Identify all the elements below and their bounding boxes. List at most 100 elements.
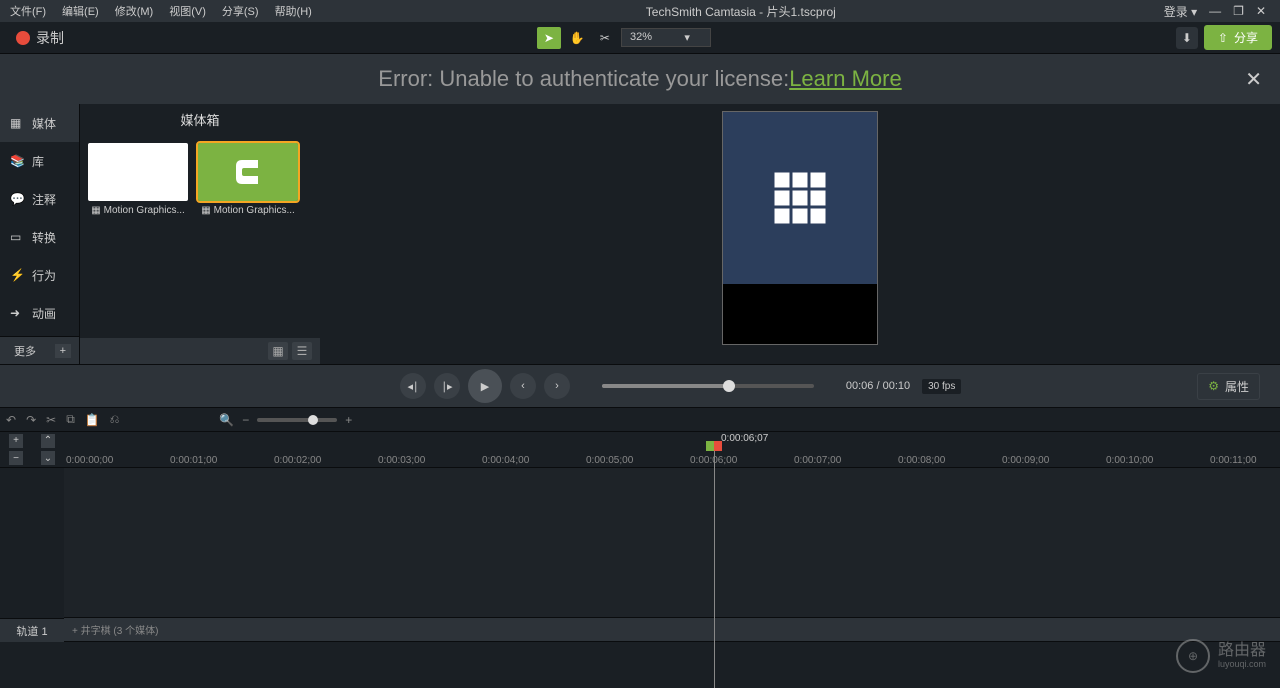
minimize-button[interactable]: — bbox=[1209, 4, 1221, 18]
media-label: ▦Motion Graphics... bbox=[198, 205, 298, 216]
animation-icon: ➜ bbox=[10, 306, 24, 320]
hand-tool[interactable]: ✋ bbox=[565, 27, 589, 49]
playback-time: 00:06 / 00:10 bbox=[846, 380, 910, 392]
watermark: ⊕ 路由器 luyouqi.com bbox=[1176, 639, 1266, 673]
sidebar-item-animations[interactable]: ➜动画 bbox=[0, 294, 79, 332]
media-item[interactable]: ▦Motion Graphics... bbox=[198, 143, 298, 216]
record-label: 录制 bbox=[36, 28, 64, 48]
sidebar-item-media[interactable]: ▦媒体 bbox=[0, 104, 79, 142]
menu-file[interactable]: 文件(F) bbox=[4, 1, 52, 21]
media-thumb bbox=[198, 143, 298, 201]
redo-button[interactable]: ↷ bbox=[26, 413, 36, 427]
tick-label: 0:00:05;00 bbox=[586, 455, 633, 466]
tick-label: 0:00:10;00 bbox=[1106, 455, 1153, 466]
media-bin-title: 媒体箱 bbox=[80, 104, 320, 135]
tick-label: 0:00:02;00 bbox=[274, 455, 321, 466]
menu-help[interactable]: 帮助(H) bbox=[269, 1, 318, 21]
watermark-url: luyouqi.com bbox=[1218, 660, 1266, 670]
fps-badge: 30 fps bbox=[922, 379, 961, 394]
step-forward-button[interactable]: › bbox=[544, 373, 570, 399]
preview-canvas[interactable] bbox=[723, 112, 877, 344]
download-button[interactable]: ⬇ bbox=[1176, 27, 1198, 49]
playhead-line[interactable] bbox=[714, 444, 715, 688]
timeline-toolbar: ↶ ↷ ✂ ⧉ 📋 ⎌ 🔍 − + bbox=[0, 408, 1280, 432]
tick-label: 0:00:00;00 bbox=[66, 455, 113, 466]
zoom-select[interactable]: 32%▾ bbox=[621, 28, 711, 47]
record-icon bbox=[16, 31, 30, 45]
tick-label: 0:00:09;00 bbox=[1002, 455, 1049, 466]
sidebar-item-annotations[interactable]: 💬注释 bbox=[0, 180, 79, 218]
window-title: TechSmith Camtasia - 片头1.tscproj bbox=[318, 3, 1164, 20]
library-icon: 📚 bbox=[10, 154, 24, 168]
prev-frame-button[interactable]: ◂∣ bbox=[400, 373, 426, 399]
track-area[interactable]: + 井字棋 (3 个媒体) bbox=[64, 468, 1280, 668]
sidebar-more[interactable]: 更多+ bbox=[0, 336, 79, 364]
track-collapse-button[interactable]: ⌄ bbox=[41, 451, 55, 465]
maximize-button[interactable]: ❐ bbox=[1233, 4, 1244, 18]
media-item[interactable]: ▦Motion Graphics... bbox=[88, 143, 188, 216]
share-icon: ⇧ bbox=[1218, 31, 1228, 45]
track-expand-button[interactable]: ⌃ bbox=[41, 434, 55, 448]
behavior-icon: ⚡ bbox=[10, 268, 24, 282]
playhead-marker[interactable] bbox=[706, 440, 724, 450]
cursor-tool[interactable]: ➤ bbox=[537, 27, 561, 49]
close-button[interactable]: ✕ bbox=[1256, 4, 1266, 18]
menu-edit[interactable]: 编辑(E) bbox=[56, 1, 105, 21]
undo-button[interactable]: ↶ bbox=[6, 413, 16, 427]
paste-button[interactable]: 📋 bbox=[85, 413, 100, 427]
tool-sidebar: ▦媒体 📚库 💬注释 ▭转换 ⚡行为 ➜动画 更多+ bbox=[0, 104, 80, 364]
clip-row[interactable]: + 井字棋 (3 个媒体) bbox=[64, 618, 1280, 642]
tick-label: 0:00:04;00 bbox=[482, 455, 529, 466]
track-label[interactable]: 轨道 1 bbox=[0, 618, 64, 642]
media-thumb bbox=[88, 143, 188, 201]
timeline-ruler[interactable]: 0:00:06;07 0:00:00;00 0:00:01;00 0:00:02… bbox=[64, 432, 1280, 468]
share-label: 分享 bbox=[1234, 29, 1258, 46]
track-add-button[interactable]: + bbox=[9, 434, 23, 448]
copy-button[interactable]: ⧉ bbox=[66, 412, 75, 427]
record-button[interactable]: 录制 bbox=[8, 24, 72, 52]
zoom-in-button[interactable]: + bbox=[345, 413, 352, 427]
properties-button[interactable]: ⚙属性 bbox=[1197, 373, 1260, 400]
sidebar-item-transitions[interactable]: ▭转换 bbox=[0, 218, 79, 256]
media-icon: ▦ bbox=[10, 116, 24, 130]
grid-view-button[interactable]: ▦ bbox=[268, 342, 288, 360]
tick-label: 0:00:03;00 bbox=[378, 455, 425, 466]
banner-close-icon[interactable]: ✕ bbox=[1245, 67, 1262, 92]
menu-share[interactable]: 分享(S) bbox=[216, 1, 265, 21]
cut-button[interactable]: ✂ bbox=[46, 413, 56, 427]
tick-label: 0:00:01;00 bbox=[170, 455, 217, 466]
menu-modify[interactable]: 修改(M) bbox=[109, 1, 160, 21]
tick-label: 0:00:08;00 bbox=[898, 455, 945, 466]
menu-bar: 文件(F) 编辑(E) 修改(M) 视图(V) 分享(S) 帮助(H) Tech… bbox=[0, 0, 1280, 22]
login-link[interactable]: 登录 ▾ bbox=[1164, 3, 1197, 20]
play-button[interactable]: ▶ bbox=[468, 369, 502, 403]
zoom-out-button[interactable]: − bbox=[242, 413, 249, 427]
annotation-icon: 💬 bbox=[10, 192, 24, 206]
share-button[interactable]: ⇧ 分享 bbox=[1204, 25, 1272, 50]
watermark-icon: ⊕ bbox=[1176, 639, 1210, 673]
step-back-button[interactable]: ‹ bbox=[510, 373, 536, 399]
next-frame-button[interactable]: ∣▸ bbox=[434, 373, 460, 399]
playhead-time: 0:00:06;07 bbox=[718, 432, 771, 445]
grid-graphic bbox=[775, 173, 826, 224]
learn-more-link[interactable]: Learn More bbox=[789, 66, 902, 92]
watermark-name: 路由器 bbox=[1218, 642, 1266, 660]
menu-view[interactable]: 视图(V) bbox=[163, 1, 212, 21]
tick-label: 0:00:07;00 bbox=[794, 455, 841, 466]
timeline-zoom-slider[interactable] bbox=[257, 418, 337, 422]
list-view-button[interactable]: ☰ bbox=[292, 342, 312, 360]
add-icon[interactable]: + bbox=[55, 344, 71, 358]
tick-label: 0:00:11;00 bbox=[1210, 455, 1257, 466]
zoom-fit-icon[interactable]: 🔍 bbox=[219, 413, 234, 427]
timeline: + ⌃ − ⌄ 0:00:06;07 0:00:00;00 0:00:01;00 0… bbox=[0, 432, 1280, 687]
sidebar-item-behaviors[interactable]: ⚡行为 bbox=[0, 256, 79, 294]
media-bin: 媒体箱 ▦Motion Graphics... ▦Motion Graphics… bbox=[80, 104, 320, 364]
crop-tool[interactable]: ✂ bbox=[593, 27, 617, 49]
error-text: Error: Unable to authenticate your licen… bbox=[378, 66, 789, 92]
track-remove-button[interactable]: − bbox=[9, 451, 23, 465]
sidebar-item-library[interactable]: 📚库 bbox=[0, 142, 79, 180]
playback-slider[interactable] bbox=[602, 384, 814, 388]
canvas-area bbox=[320, 104, 1280, 364]
split-button[interactable]: ⎌ bbox=[110, 412, 120, 427]
transition-icon: ▭ bbox=[10, 230, 24, 244]
